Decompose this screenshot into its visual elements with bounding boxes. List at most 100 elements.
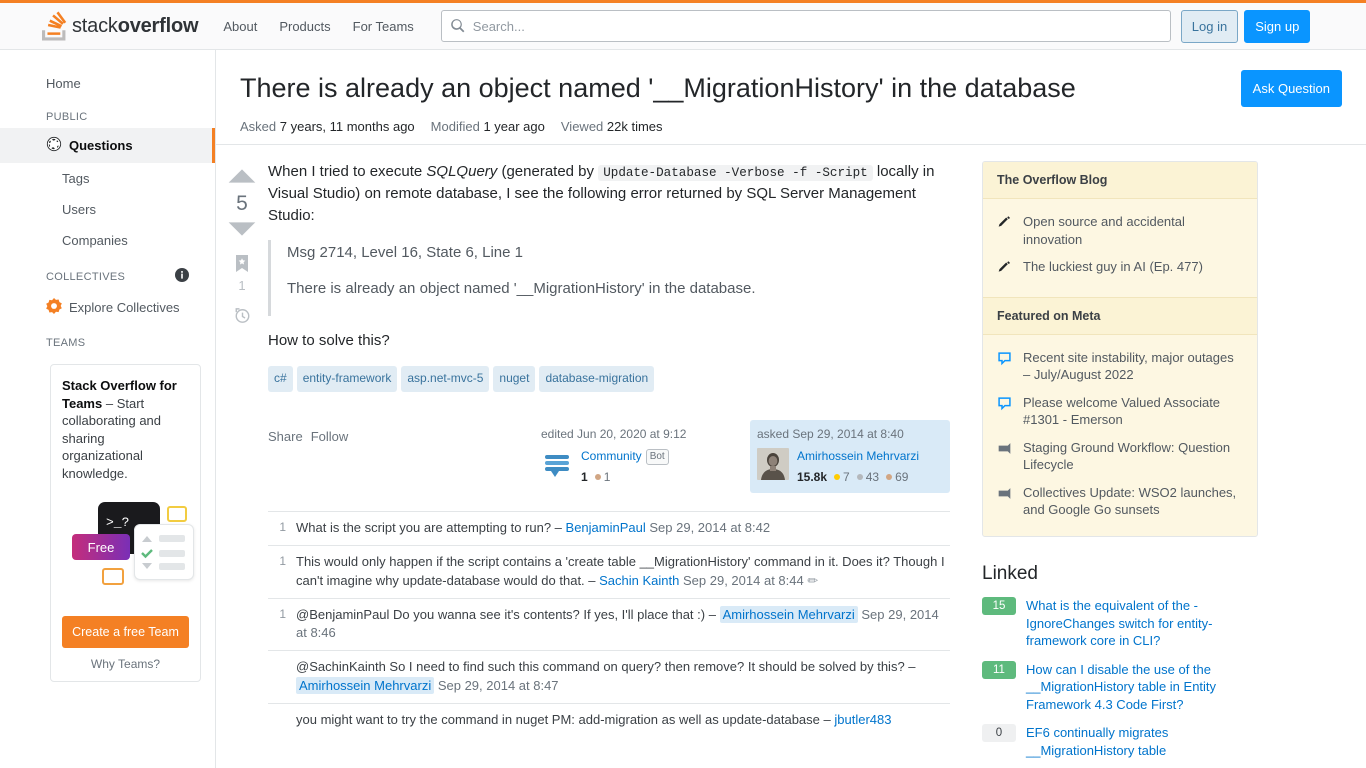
tag-database-migration[interactable]: database-migration bbox=[539, 365, 655, 392]
free-badge: Free bbox=[72, 534, 130, 561]
viewed-label: Viewed bbox=[560, 119, 604, 134]
why-teams-link[interactable]: Why Teams? bbox=[62, 657, 189, 671]
list-item[interactable]: Staging Ground Workflow: Question Lifecy… bbox=[997, 434, 1243, 479]
sidebar-heading-label: COLLECTIVES bbox=[46, 270, 126, 283]
editor-rep-value: 1 bbox=[581, 469, 588, 484]
post-footer: Share Follow edited Jun 20, 2020 at 9:12 bbox=[268, 419, 950, 494]
logo-light: stack bbox=[72, 14, 118, 37]
modified-value: 1 year ago bbox=[483, 119, 545, 134]
question-header: There is already an object named '__Migr… bbox=[216, 50, 1366, 145]
blog-item-list: Open source and accidental innovation Th… bbox=[983, 199, 1257, 297]
teams-promo-text: Stack Overflow for Teams – Start collabo… bbox=[62, 377, 189, 482]
ask-question-button[interactable]: Ask Question bbox=[1240, 70, 1342, 107]
bronze-badge-dot-icon bbox=[594, 474, 601, 481]
avatar[interactable] bbox=[757, 448, 789, 481]
asked-value: 7 years, 11 months ago bbox=[279, 119, 415, 134]
edit-pencil-icon[interactable]: ✏ bbox=[807, 573, 818, 588]
owner-name[interactable]: Amirhossein Mehrvarzi bbox=[797, 448, 919, 465]
editor-name-row[interactable]: Community Bot bbox=[581, 448, 669, 466]
error-line-1: Msg 2714, Level 16, State 6, Line 1 bbox=[287, 244, 523, 262]
list-item[interactable]: 15 What is the equivalent of the -Ignore… bbox=[982, 597, 1258, 650]
inline-code-snippet: Update-Database -Verbose -f -Script bbox=[598, 165, 873, 181]
speech-bubble-orange-icon bbox=[102, 568, 124, 586]
content-columns: 5 1 When I tried to execute SQLQuery (ge… bbox=[216, 145, 1366, 768]
announcement-icon bbox=[997, 439, 1014, 474]
comment-text-wrap: you might want to try the command in nug… bbox=[296, 711, 950, 730]
stack-overflow-logo[interactable]: stackoverflow bbox=[42, 11, 199, 41]
sidebar-item-label: Questions bbox=[69, 138, 133, 153]
comment-author[interactable]: jbutler483 bbox=[834, 712, 891, 727]
info-icon[interactable] bbox=[175, 268, 189, 285]
comment-date: Sep 29, 2014 at 8:44 bbox=[683, 572, 804, 588]
comment-author[interactable]: BenjaminPaul bbox=[566, 520, 646, 535]
owner-reputation: 15.8k 7 43 69 bbox=[797, 469, 919, 486]
comment-score bbox=[276, 658, 286, 696]
login-button[interactable]: Log in bbox=[1180, 9, 1239, 43]
list-item[interactable]: Recent site instability, major outages –… bbox=[997, 344, 1243, 389]
history-icon[interactable] bbox=[234, 307, 251, 327]
bronze-badge-dot-icon bbox=[886, 474, 893, 481]
owner-rep-value: 15.8k bbox=[797, 469, 828, 484]
create-free-team-button[interactable]: Create a free Team bbox=[62, 616, 189, 649]
comment-text: @BenjaminPaul Do you wanna see it's cont… bbox=[296, 606, 720, 622]
comment-text: What is the script you are attempting to… bbox=[296, 520, 566, 536]
comment-row: 1 This would only happen if the script c… bbox=[268, 544, 950, 598]
qp1-b: (generated by bbox=[497, 163, 599, 180]
comment-text-wrap: @BenjaminPaul Do you wanna see it's cont… bbox=[296, 605, 950, 644]
speech-bubble-icon bbox=[167, 506, 187, 523]
logo-bold: overflow bbox=[117, 14, 199, 37]
silver-badge-dot-icon bbox=[856, 474, 863, 481]
comment-row: @SachinKainth So I need to find such thi… bbox=[268, 650, 950, 703]
pencil-icon bbox=[997, 213, 1014, 248]
sidebar-item-tags[interactable]: Tags bbox=[0, 163, 215, 194]
search-input[interactable] bbox=[440, 10, 1171, 42]
comment-author[interactable]: Amirhossein Mehrvarzi bbox=[296, 677, 435, 695]
share-link[interactable]: Share bbox=[268, 428, 303, 447]
downvote-button[interactable] bbox=[227, 220, 257, 241]
follow-link[interactable]: Follow bbox=[311, 428, 349, 447]
owner-card: asked Sep 29, 2014 at 8:40 Amirhossein M… bbox=[750, 419, 950, 494]
comment-author[interactable]: Sachin Kainth bbox=[599, 573, 679, 588]
teams-promo-illustration: >_? Free bbox=[62, 490, 194, 610]
signup-button[interactable]: Sign up bbox=[1244, 9, 1311, 43]
speech-bubble-icon bbox=[997, 394, 1014, 429]
avatar[interactable] bbox=[541, 448, 573, 481]
editor-card: edited Jun 20, 2020 at 9:12 Community Bo… bbox=[534, 420, 734, 493]
editor-reputation: 1 1 bbox=[581, 469, 669, 486]
nav-about[interactable]: About bbox=[212, 10, 268, 43]
tag-list: c# entity-framework asp.net-mvc-5 nuget … bbox=[268, 365, 950, 392]
pencil-icon bbox=[997, 258, 1014, 280]
comment-text-wrap: This would only happen if the script con… bbox=[296, 553, 950, 591]
list-item[interactable]: Open source and accidental innovation bbox=[997, 208, 1243, 253]
sidebar-heading-label: PUBLIC bbox=[46, 111, 88, 123]
left-sidebar: Home PUBLIC Questions Tags Users Compani… bbox=[0, 50, 216, 768]
bot-badge: Bot bbox=[645, 448, 669, 466]
nav-products[interactable]: Products bbox=[268, 10, 341, 43]
announcement-icon bbox=[997, 484, 1014, 519]
owner-silver-count: 43 bbox=[865, 469, 880, 484]
list-item[interactable]: Collectives Update: WSO2 launches, and G… bbox=[997, 479, 1243, 524]
list-item-label: EF6 continually migrates __MigrationHist… bbox=[1026, 725, 1169, 758]
nav-for-teams[interactable]: For Teams bbox=[342, 10, 425, 43]
tag-aspnet-mvc-5[interactable]: asp.net-mvc-5 bbox=[401, 365, 490, 392]
tag-nuget[interactable]: nuget bbox=[493, 365, 536, 392]
upvote-button[interactable] bbox=[227, 167, 257, 188]
sidebar-item-companies[interactable]: Companies bbox=[0, 225, 215, 256]
sidebar-item-explore-collectives[interactable]: Explore Collectives bbox=[0, 290, 215, 325]
bookmark-icon[interactable] bbox=[235, 255, 249, 275]
logo-text: stackoverflow bbox=[72, 14, 199, 38]
tag-csharp[interactable]: c# bbox=[268, 365, 293, 392]
tag-entity-framework[interactable]: entity-framework bbox=[296, 365, 398, 392]
comment-author[interactable]: Amirhossein Mehrvarzi bbox=[719, 605, 858, 623]
modified-label: Modified bbox=[430, 119, 480, 134]
sidebar-item-users[interactable]: Users bbox=[0, 194, 215, 225]
list-item[interactable]: 0 EF6 continually migrates __MigrationHi… bbox=[982, 724, 1258, 759]
sidebar-item-home[interactable]: Home bbox=[0, 68, 215, 99]
comment-score: 1 bbox=[279, 606, 286, 621]
status-badge: 11 bbox=[982, 660, 1016, 679]
list-item[interactable]: 11 How can I disable the use of the __Mi… bbox=[982, 660, 1258, 714]
sidebar-item-questions[interactable]: Questions bbox=[0, 128, 215, 163]
list-item[interactable]: Please welcome Valued Associate #1301 - … bbox=[997, 389, 1243, 434]
collectives-star-icon bbox=[46, 298, 62, 317]
list-item[interactable]: The luckiest guy in AI (Ep. 477) bbox=[997, 253, 1243, 285]
